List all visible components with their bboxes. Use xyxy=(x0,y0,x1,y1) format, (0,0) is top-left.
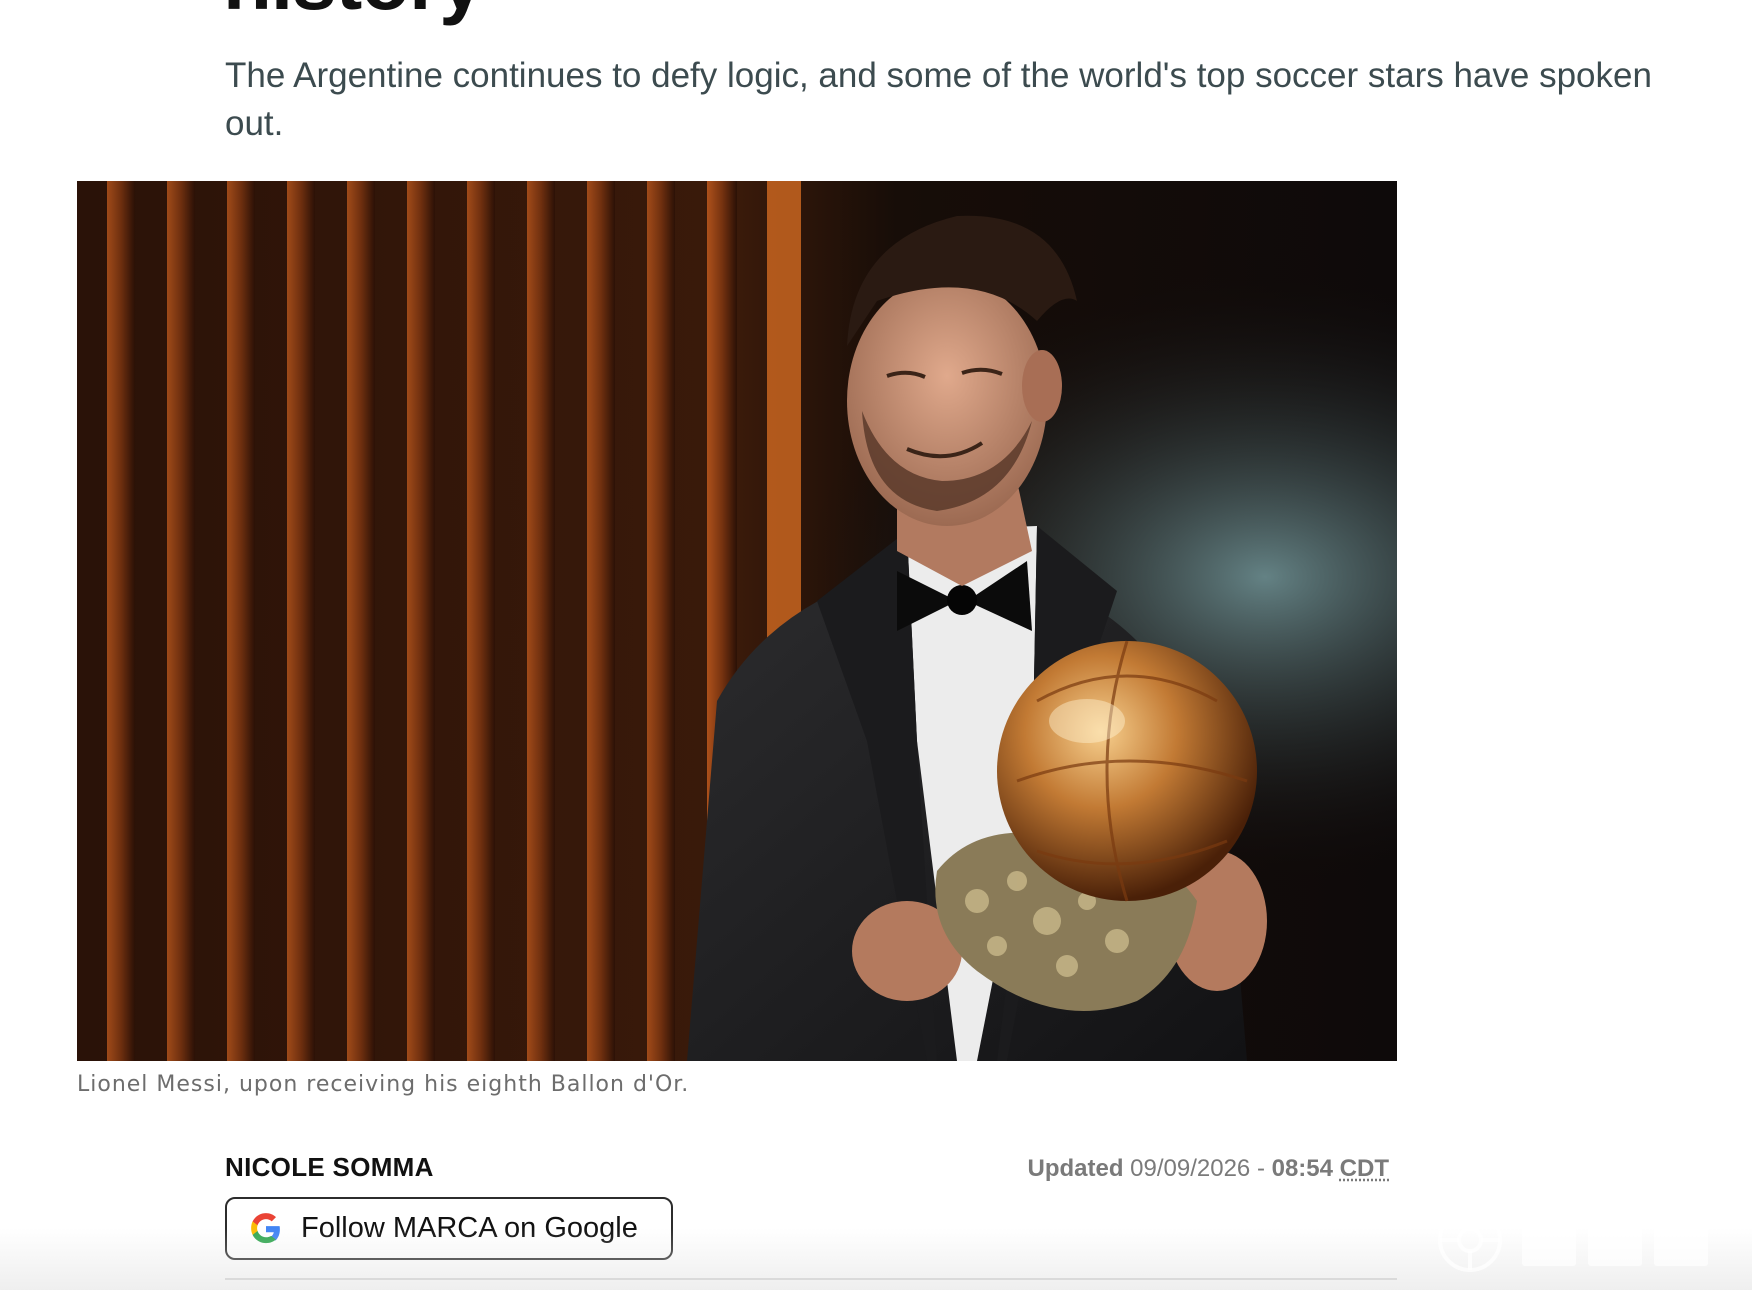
updated-label: Updated xyxy=(1027,1155,1124,1182)
article-photo xyxy=(77,181,1397,1061)
watermark-logo xyxy=(1438,1208,1708,1272)
updated-timestamp: Updated 09/09/2026 - 08:54 CDT xyxy=(1027,1155,1389,1183)
photo-caption: Lionel Messi, upon receiving his eighth … xyxy=(77,1072,690,1097)
google-g-icon xyxy=(251,1212,280,1243)
updated-timezone: CDT xyxy=(1339,1155,1389,1182)
updated-date: 09/09/2026 xyxy=(1130,1155,1251,1182)
article-headline: history xyxy=(223,0,484,22)
author-name[interactable]: NICOLE SOMMA xyxy=(225,1152,434,1183)
article-subheadline: The Argentine continues to defy logic, a… xyxy=(225,56,1652,143)
updated-separator: - xyxy=(1250,1155,1272,1182)
follow-marca-google-button[interactable]: Follow MARCA on Google xyxy=(225,1197,673,1260)
updated-time: 08:54 xyxy=(1271,1155,1333,1182)
follow-button-label: Follow MARCA on Google xyxy=(301,1212,638,1244)
article-page: history The Argentine continues to defy … xyxy=(0,0,1752,1290)
byline-divider xyxy=(225,1278,1397,1280)
